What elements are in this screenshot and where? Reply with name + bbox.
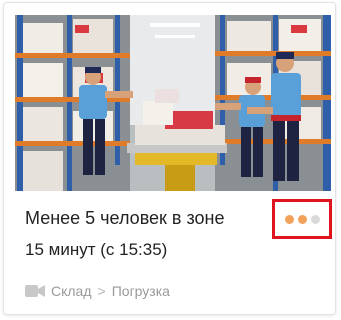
severity-dot-1 [284, 214, 294, 224]
incident-start-time: (с 15:35) [100, 240, 168, 259]
severity-dot-2 [297, 214, 307, 224]
severity-indicator[interactable] [272, 199, 332, 239]
location-site[interactable]: Склад [51, 283, 92, 299]
incident-duration: 15 минут [25, 240, 96, 259]
camera-snapshot[interactable] [15, 15, 331, 191]
incident-duration-line: 15 минут (с 15:35) [25, 240, 167, 260]
video-camera-icon [25, 285, 45, 297]
severity-dot-3 [310, 214, 320, 224]
incident-card[interactable]: Менее 5 человек в зоне 15 минут (с 15:35… [3, 2, 336, 315]
warehouse-scene-image [15, 15, 331, 191]
incident-title: Менее 5 человек в зоне [25, 208, 225, 228]
location-zone[interactable]: Погрузка [112, 283, 170, 299]
location-breadcrumb: Склад > Погрузка [25, 283, 170, 299]
breadcrumb-separator: > [97, 283, 106, 299]
